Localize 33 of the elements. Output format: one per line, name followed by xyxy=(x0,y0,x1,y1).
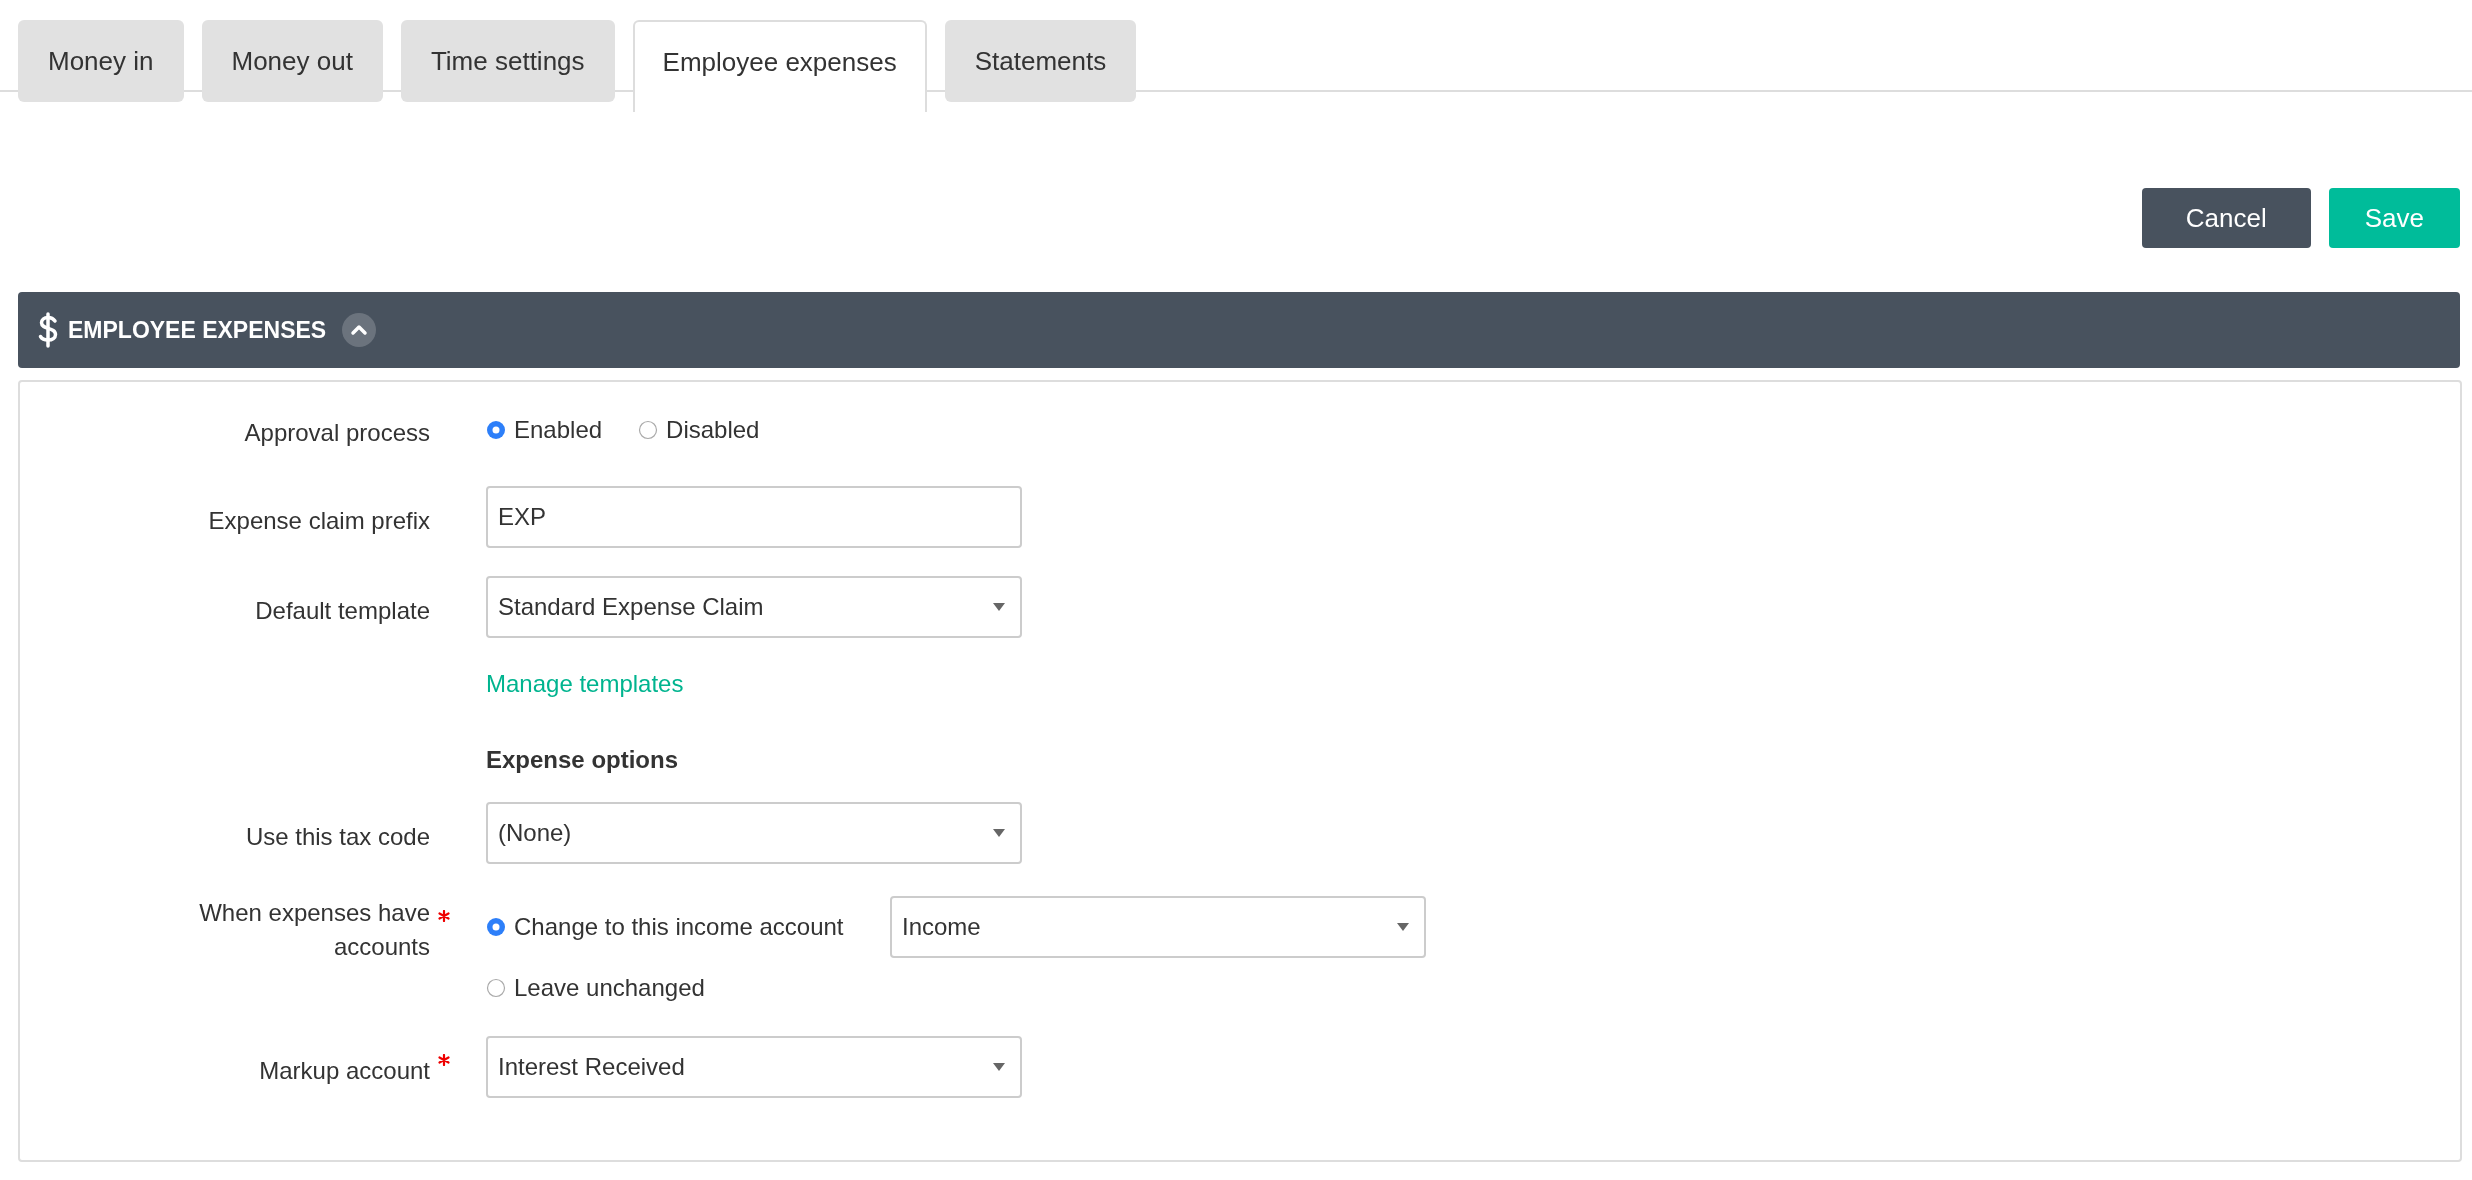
tab[interactable]: Employee expenses xyxy=(632,20,927,112)
caret-icon xyxy=(992,828,1006,838)
radio-button[interactable] xyxy=(486,917,506,937)
dropdown[interactable]: Interest Received xyxy=(486,1036,1022,1098)
section-heading: Expense options xyxy=(486,745,679,774)
radio-button[interactable] xyxy=(638,420,659,440)
dropdown[interactable]: (None) xyxy=(486,802,1022,864)
dropdown[interactable]: Standard Expense Claim xyxy=(486,576,1022,638)
field-label: Expense claim prefix xyxy=(208,506,430,536)
collapse-icon[interactable] xyxy=(342,313,377,347)
field-label: Use this tax code xyxy=(245,822,430,852)
field-label: Default template xyxy=(255,596,430,626)
tab[interactable]: Statements xyxy=(944,20,1137,102)
cancel-button[interactable]: Cancel xyxy=(2141,188,2311,248)
radio-label[interactable]: Change to this income account xyxy=(514,913,844,941)
tab[interactable]: Money in xyxy=(18,20,184,102)
radio-label[interactable]: Enabled xyxy=(514,416,603,444)
field-label: When expenses have accounts xyxy=(198,898,430,962)
field-label: Approval process xyxy=(244,418,430,448)
input-field[interactable]: EXP xyxy=(486,486,1022,548)
caret-icon xyxy=(1396,922,1410,932)
dropdown[interactable]: Income xyxy=(890,896,1426,958)
radio-button[interactable] xyxy=(486,978,506,998)
tab[interactable]: Money out xyxy=(201,20,383,102)
dollar-icon xyxy=(38,312,58,348)
field-label: Markup account xyxy=(259,1056,430,1086)
radio-button[interactable] xyxy=(486,420,506,440)
radio-label[interactable]: Leave unchanged xyxy=(514,974,705,1002)
section-title: EMPLOYEE EXPENSES xyxy=(68,316,327,344)
caret-icon xyxy=(992,1062,1006,1072)
radio-label[interactable]: Disabled xyxy=(666,416,760,444)
caret-icon xyxy=(992,602,1006,612)
tab[interactable]: Time settings xyxy=(400,20,615,102)
